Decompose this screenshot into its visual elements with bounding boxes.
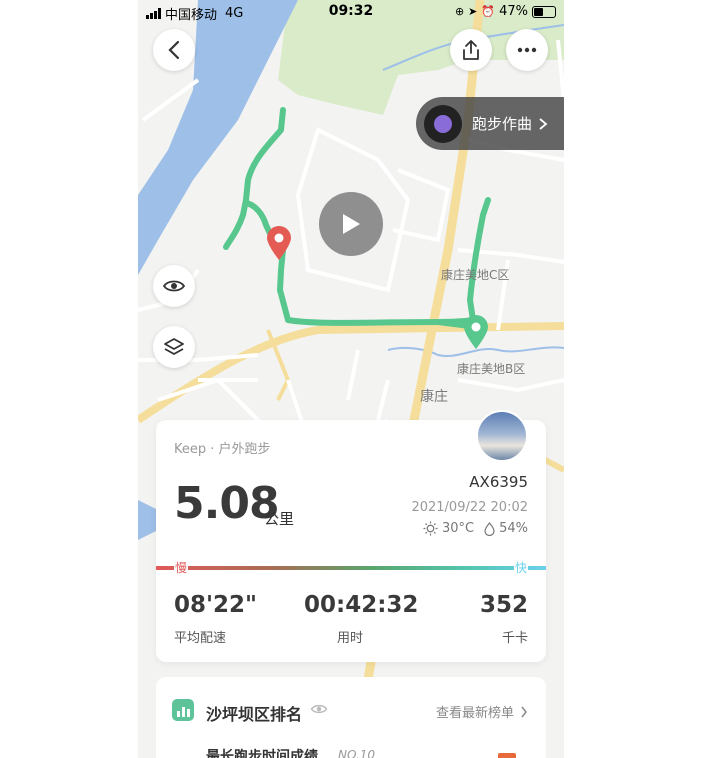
stat-value: 00:42:32 (304, 592, 419, 618)
humidity: 54% (499, 521, 528, 536)
eye-icon (162, 280, 186, 292)
start-pin-icon (267, 226, 291, 260)
activity-source: Keep · 户外跑步 (174, 442, 271, 457)
run-summary-card: Keep · 户外跑步 5.08 公里 AX6395 2021/09/22 20… (156, 410, 546, 662)
chevron-right-icon (539, 117, 548, 130)
play-replay-button[interactable] (319, 192, 383, 256)
bar-chart-icon (172, 699, 194, 721)
phone-screen: 康庄美地C区 康庄美地B区 康庄 中国移动 4G 09:32 ⊕ ➤ ⏰ 47%… (138, 0, 564, 758)
pace-slow-label: 慢 (174, 559, 189, 576)
pace-gradient-bar (156, 566, 546, 570)
view-leaderboard-link[interactable]: 查看最新榜单 (436, 702, 528, 721)
chevron-left-icon (168, 40, 180, 60)
back-button[interactable] (153, 29, 195, 71)
share-button[interactable] (450, 29, 492, 71)
more-dots-icon (517, 47, 537, 53)
stat-value: 352 (479, 592, 528, 618)
weather-info: 30°C 54% (423, 521, 528, 536)
stat-label: 千卡 (501, 631, 528, 646)
battery-percent: 47% (499, 4, 528, 19)
status-bar: 中国移动 4G 09:32 ⊕ ➤ ⏰ 47% (138, 0, 564, 24)
ranking-title: 沙坪坝区排名 (206, 705, 303, 724)
share-icon (463, 40, 479, 60)
distance-unit: 公里 (264, 510, 295, 528)
music-button[interactable]: 跑步作曲 (416, 97, 564, 150)
flag-icon (498, 753, 516, 758)
eye-icon[interactable] (310, 703, 328, 715)
stat-label: 平均配速 (174, 631, 227, 646)
ranking-item-title: 最长跑步时间成绩 (206, 749, 318, 758)
sun-icon (423, 521, 438, 536)
end-pin-icon (464, 315, 488, 349)
stat-value: 08'22" (174, 592, 258, 618)
temperature: 30°C (441, 521, 475, 536)
avatar[interactable] (476, 410, 528, 462)
view-leaderboard-label: 查看最新榜单 (435, 706, 514, 721)
music-label: 跑步作曲 (472, 115, 533, 133)
username: AX6395 (469, 473, 528, 491)
visibility-button[interactable] (153, 265, 195, 307)
pace-fast-label: 快 (513, 559, 528, 576)
humidity-drop-icon (484, 521, 495, 536)
ranking-card[interactable]: 沙坪坝区排名 查看最新榜单 最长跑步时间成绩 NO.10 (156, 677, 546, 758)
layers-icon (164, 338, 184, 355)
stat-label: 用时 (337, 631, 364, 646)
distance-value: 5.08 (174, 478, 280, 529)
map-label-town: 康庄 (420, 389, 448, 405)
run-datetime: 2021/09/22 20:02 (411, 500, 528, 515)
map-layers-button[interactable] (153, 326, 195, 368)
music-disc-icon (424, 104, 462, 143)
alarm-icon: ⏰ (481, 5, 496, 18)
more-button[interactable] (506, 29, 548, 71)
lock-rotation-icon: ⊕ (454, 5, 465, 18)
ranking-number: NO.10 (338, 748, 376, 758)
chevron-right-icon (521, 706, 527, 717)
battery-icon (532, 5, 556, 18)
map-label-c-district: 康庄美地C区 (441, 268, 510, 282)
location-arrow-icon: ➤ (468, 5, 478, 18)
map-label-b-district: 康庄美地B区 (457, 362, 526, 376)
play-icon (343, 214, 360, 234)
